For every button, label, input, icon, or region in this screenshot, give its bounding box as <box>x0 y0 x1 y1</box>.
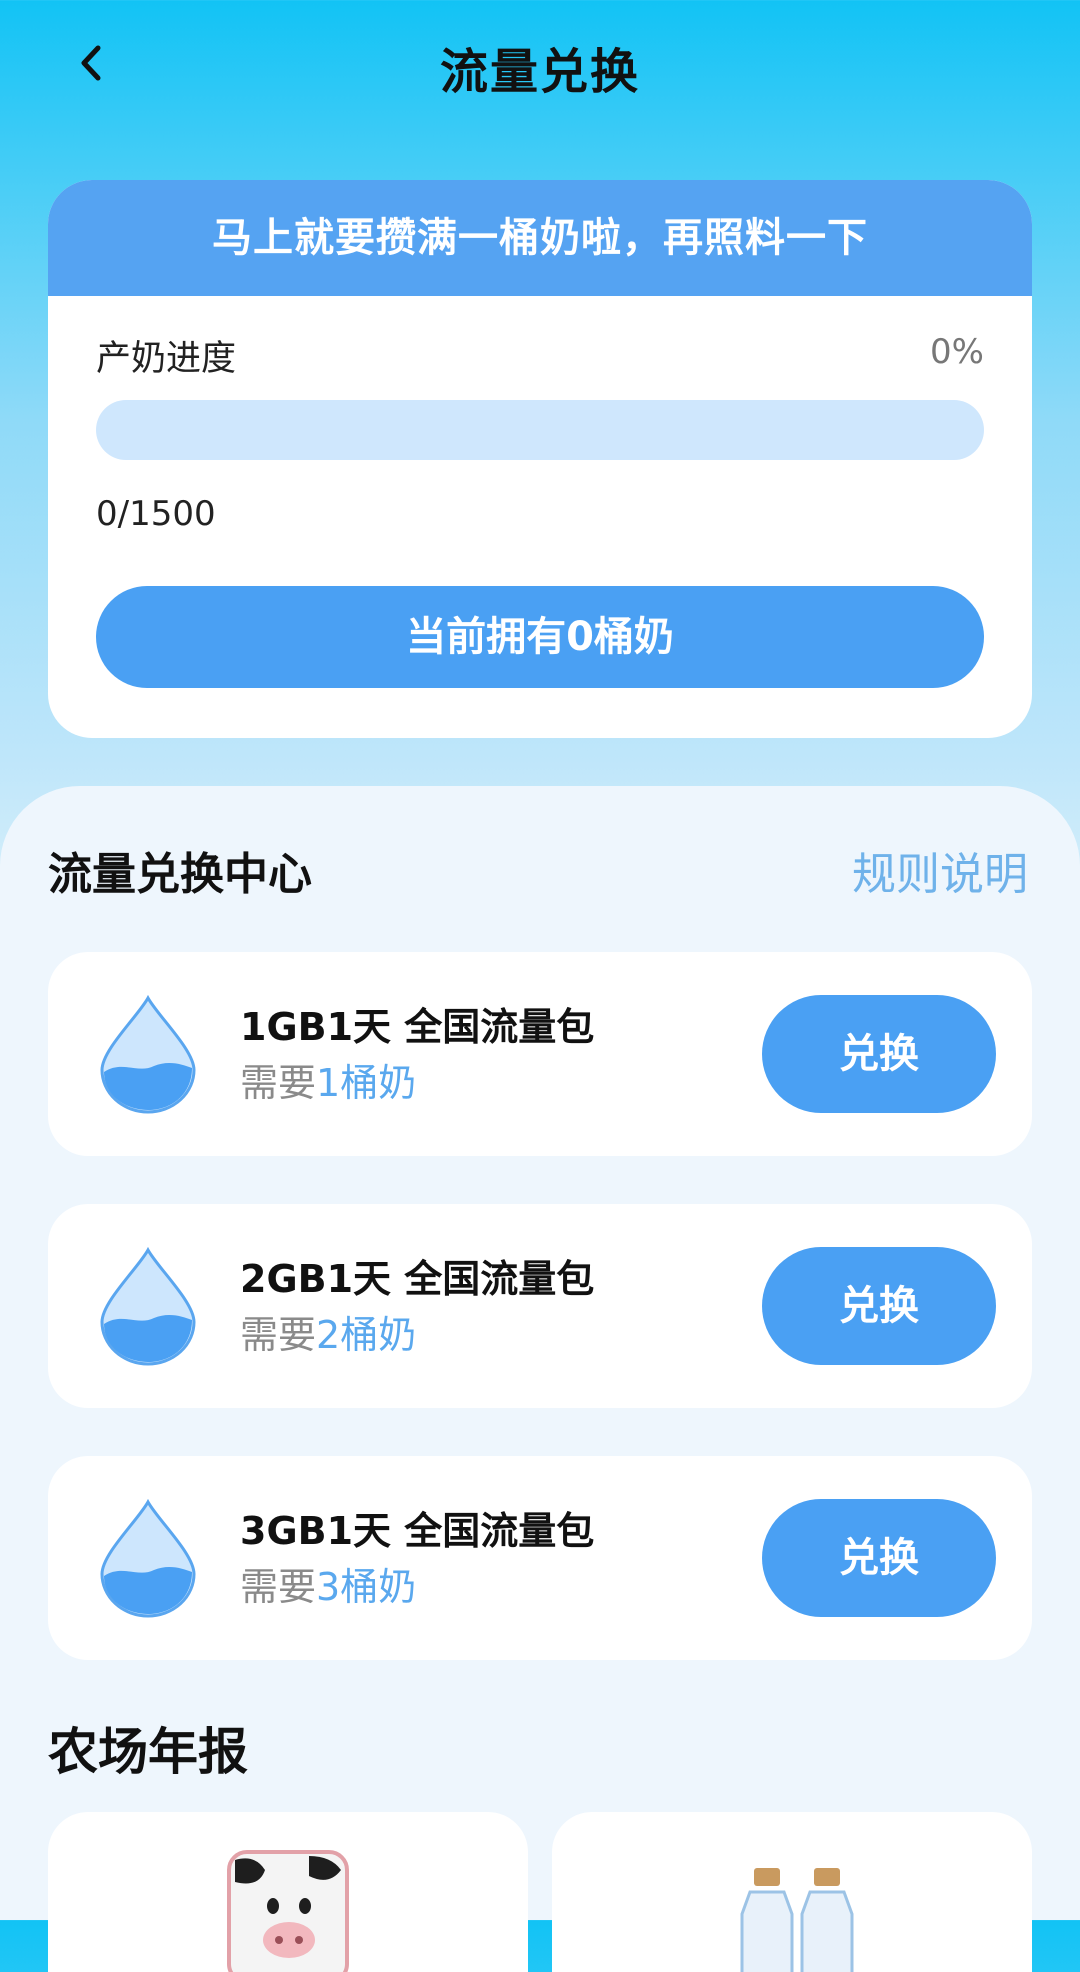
redeem-button[interactable]: 兑换 <box>762 995 996 1113</box>
redeem-button[interactable]: 兑换 <box>762 1247 996 1365</box>
item-title: 1GB1天 全国流量包 <box>240 1005 595 1049</box>
progress-banner: 马上就要攒满一桶奶啦，再照料一下 <box>48 180 1032 296</box>
rules-link[interactable]: 规则说明 <box>852 838 1028 902</box>
item-requirement: 需要2桶奶 <box>240 1304 416 1359</box>
progress-label: 产奶进度 <box>96 339 237 379</box>
exchange-item: 1GB1天 全国流量包 需要1桶奶 兑换 <box>48 952 1032 1156</box>
requirement-prefix: 需要 <box>240 1313 317 1357</box>
section-title-farm-report: 农场年报 <box>48 1723 248 1781</box>
requirement-prefix: 需要 <box>240 1565 317 1609</box>
item-requirement: 需要1桶奶 <box>240 1052 416 1107</box>
exchange-panel: 流量兑换中心 规则说明 1GB1天 全国流量包 需要1桶奶 兑换 2GB1天 全… <box>0 786 1080 1972</box>
progress-bar <box>96 400 984 460</box>
milk-progress-card: 马上就要攒满一桶奶啦，再照料一下 产奶进度 0% 0/1500 当前拥有0桶奶 <box>48 180 1032 738</box>
requirement-amount: 1桶奶 <box>316 1061 417 1105</box>
progress-percent: 0% <box>930 332 984 372</box>
section-title-exchange-center: 流量兑换中心 <box>48 849 312 900</box>
item-title: 2GB1天 全国流量包 <box>240 1257 595 1301</box>
owned-milk-button[interactable]: 当前拥有0桶奶 <box>96 586 984 688</box>
top-bar: 流量兑换 <box>0 0 1080 130</box>
report-card[interactable] <box>552 1812 1032 1972</box>
water-drop-icon <box>100 994 196 1114</box>
progress-count: 0/1500 <box>96 494 216 534</box>
item-title: 3GB1天 全国流量包 <box>240 1509 595 1553</box>
exchange-item: 3GB1天 全国流量包 需要3桶奶 兑换 <box>48 1456 1032 1660</box>
redeem-button[interactable]: 兑换 <box>762 1499 996 1617</box>
progress-label-row: 产奶进度 0% <box>96 330 984 384</box>
requirement-amount: 2桶奶 <box>316 1313 417 1357</box>
water-drop-icon <box>100 1498 196 1618</box>
milk-bottles-icon <box>740 1868 854 1972</box>
requirement-prefix: 需要 <box>240 1061 317 1105</box>
report-card[interactable] <box>48 1812 528 1972</box>
exchange-item: 2GB1天 全国流量包 需要2桶奶 兑换 <box>48 1204 1032 1408</box>
cow-box-icon <box>227 1850 349 1972</box>
item-requirement: 需要3桶奶 <box>240 1556 416 1611</box>
water-drop-icon <box>100 1246 196 1366</box>
requirement-amount: 3桶奶 <box>316 1565 417 1609</box>
page-title: 流量兑换 <box>439 44 640 100</box>
